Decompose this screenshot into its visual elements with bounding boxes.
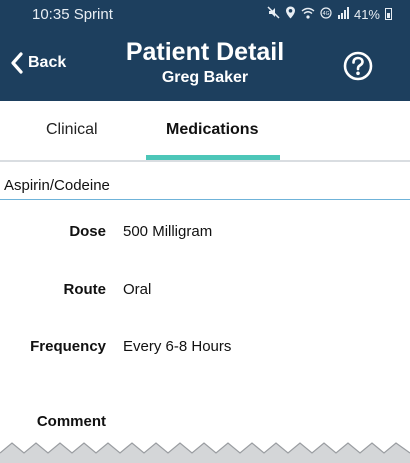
battery-icon xyxy=(385,8,392,20)
chevron-left-icon xyxy=(11,52,23,74)
page-title: Patient Detail xyxy=(125,38,285,66)
battery-percent: 41% xyxy=(353,6,380,22)
back-label: Back xyxy=(28,54,67,71)
tab-clinical[interactable]: Clinical xyxy=(46,121,98,139)
app-header: 10:35 Sprint 4G 41% Back Patient Detail … xyxy=(0,0,410,101)
patient-name: Greg Baker xyxy=(161,69,249,86)
data-icon: 4G xyxy=(320,6,332,22)
frequency-value: Every 6-8 Hours xyxy=(123,338,232,355)
tab-medications[interactable]: Medications xyxy=(166,121,258,139)
mute-icon xyxy=(267,6,280,22)
medication-name: Aspirin/Codeine xyxy=(4,177,110,194)
signal-icon xyxy=(337,6,349,22)
back-button[interactable]: Back xyxy=(10,52,66,74)
route-label: Route xyxy=(63,281,107,298)
torn-edge-decoration xyxy=(0,442,410,463)
title-block: Patient Detail Greg Baker xyxy=(100,38,310,87)
question-circle-icon xyxy=(343,51,373,81)
medication-header: Aspirin/Codeine xyxy=(0,162,410,200)
status-icons: 4G 41% xyxy=(267,6,392,22)
status-bar: 10:35 Sprint 4G 41% xyxy=(0,0,410,30)
status-time: 10:35 Sprint xyxy=(32,6,113,23)
comment-label: Comment xyxy=(36,413,106,430)
tab-bar: Clinical Medications xyxy=(0,101,410,160)
route-value: Oral xyxy=(123,281,152,298)
frequency-label: Frequency xyxy=(30,338,106,355)
wifi-icon xyxy=(301,7,315,22)
dose-value: 500 Milligram xyxy=(123,223,213,240)
svg-text:4G: 4G xyxy=(322,11,329,17)
help-button[interactable] xyxy=(342,50,374,82)
dose-label: Dose xyxy=(69,223,106,240)
location-icon xyxy=(285,6,296,22)
